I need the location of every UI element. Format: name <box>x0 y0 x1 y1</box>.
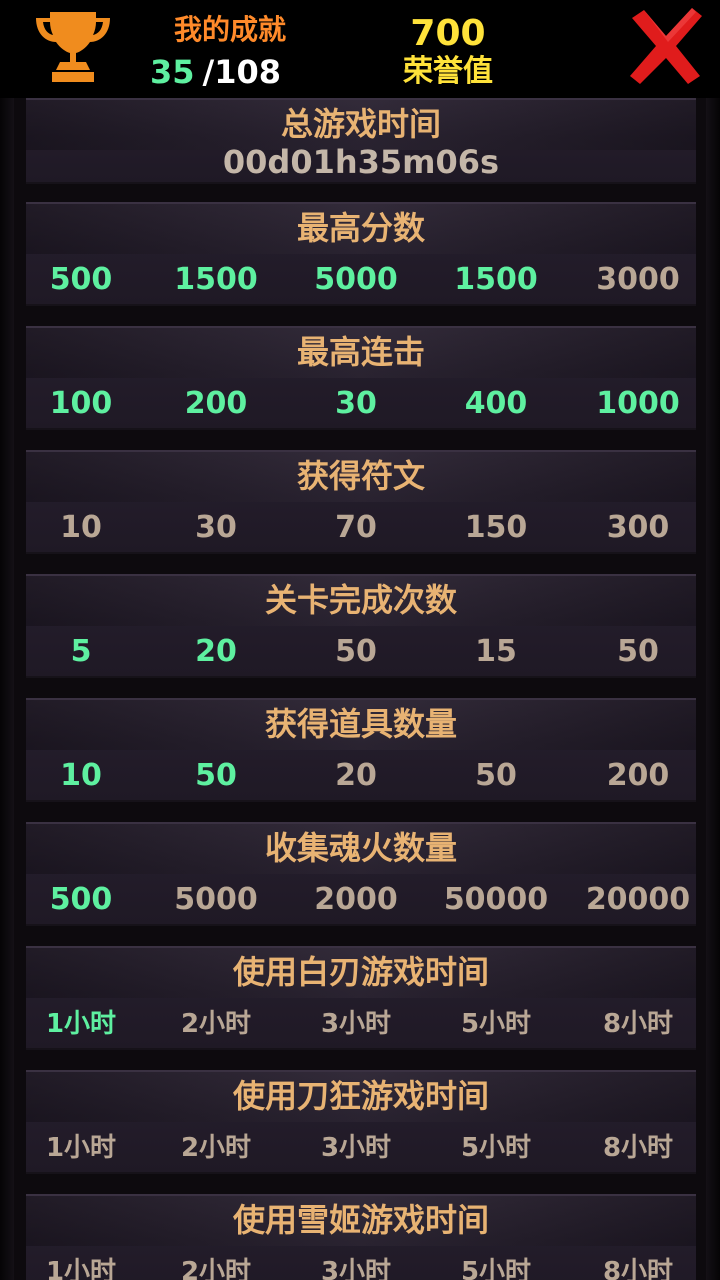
achievement-tiers: 100 200 30 400 1000 <box>26 382 696 426</box>
tier-value-achieved: 5 <box>70 634 92 669</box>
tier-value-achieved: 1500 <box>174 262 258 297</box>
achievement-panel: 收集魂火数量 500 5000 2000 50000 20000 <box>26 822 696 926</box>
tier-value-achieved: 30 <box>335 386 377 421</box>
right-border <box>706 98 720 1280</box>
achievement-tiers: 500 5000 2000 50000 20000 <box>26 878 696 922</box>
tier-value-locked: 3小时 <box>320 1009 392 1039</box>
tier-value-locked: 30 <box>195 510 237 545</box>
tier-value-achieved: 500 <box>49 262 113 297</box>
tier-value-achieved: 400 <box>464 386 528 421</box>
achievement-title: 最高连击 <box>296 333 425 371</box>
close-icon[interactable] <box>626 6 706 86</box>
achievement-title: 获得道具数量 <box>264 705 457 743</box>
achievement-panel: 获得符文 10 30 70 150 300 <box>26 450 696 554</box>
tier-value-locked: 10 <box>60 510 102 545</box>
achievement-tiers: 1小时 2小时 3小时 5小时 8小时 <box>26 1002 696 1046</box>
tier-value-locked: 150 <box>464 510 528 545</box>
achievement-panel: 最高分数 500 1500 5000 1500 3000 <box>26 202 696 306</box>
tier-value-locked: 200 <box>606 758 670 793</box>
tier-value-achieved: 1000 <box>596 386 680 421</box>
achieved-count: 35 <box>150 53 195 91</box>
tier-value-locked: 2小时 <box>180 1257 252 1280</box>
achievement-title: 使用雪姬游戏时间 <box>232 1201 489 1239</box>
tier-value-locked: 2000 <box>314 882 398 917</box>
tier-value-locked: 3000 <box>596 262 680 297</box>
tier-value-locked: 2小时 <box>180 1009 252 1039</box>
achievement-title: 使用刀狂游戏时间 <box>232 1077 489 1115</box>
achievement-title: 关卡完成次数 <box>264 581 457 619</box>
tier-value-locked: 3小时 <box>320 1257 392 1280</box>
tier-value-locked: 5000 <box>174 882 258 917</box>
tier-value-achieved: 100 <box>49 386 113 421</box>
achievement-panel: 使用雪姬游戏时间 1小时 2小时 3小时 5小时 8小时 <box>26 1194 696 1280</box>
tier-value-locked: 300 <box>606 510 670 545</box>
header-bar: 我的成就 35/108 700 荣誉值 <box>0 0 720 98</box>
tier-value-locked: 15 <box>475 634 517 669</box>
tier-value-locked: 50 <box>335 634 377 669</box>
achievement-tiers: 10 30 70 150 300 <box>26 506 696 550</box>
achievement-tiers: 10 50 20 50 200 <box>26 754 696 798</box>
achievement-tiers: 500 1500 5000 1500 3000 <box>26 258 696 302</box>
achievement-tiers: 5 20 50 15 50 <box>26 630 696 674</box>
tier-value-locked: 5小时 <box>460 1257 532 1280</box>
achievement-panel: 使用白刃游戏时间 1小时 2小时 3小时 5小时 8小时 <box>26 946 696 1050</box>
tier-value-achieved: 1500 <box>454 262 538 297</box>
achievement-tiers: 1小时 2小时 3小时 5小时 8小时 <box>26 1250 696 1280</box>
achievement-progress: 35/108 <box>150 52 281 92</box>
total-time-value: 00d01h35m06s <box>222 143 500 181</box>
tier-value-locked: 2小时 <box>180 1133 252 1163</box>
achievement-tiers: 1小时 2小时 3小时 5小时 8小时 <box>26 1126 696 1170</box>
achievement-panel: 关卡完成次数 5 20 50 15 50 <box>26 574 696 678</box>
tier-value-locked: 3小时 <box>320 1133 392 1163</box>
honor-label: 荣誉值 <box>403 54 493 89</box>
total-count: /108 <box>202 53 282 91</box>
achievement-panel: 获得道具数量 10 50 20 50 200 <box>26 698 696 802</box>
tier-value-achieved: 500 <box>49 882 113 917</box>
left-border <box>0 98 14 1280</box>
achievement-panel: 最高连击 100 200 30 400 1000 <box>26 326 696 430</box>
tier-value-locked: 20000 <box>585 882 691 917</box>
tier-value-achieved: 50 <box>195 758 237 793</box>
tier-value-locked: 50000 <box>443 882 549 917</box>
achievement-list[interactable]: 总游戏时间 00d01h35m06s 最高分数 500 1500 5000 1500 30… <box>0 98 720 1280</box>
tier-value-locked: 70 <box>335 510 377 545</box>
achievement-title: 获得符文 <box>296 457 425 495</box>
achievements-screen: 我的成就 35/108 700 荣誉值 总游戏时间 00d01h35m06s 最… <box>0 0 720 1280</box>
tier-value-locked: 50 <box>617 634 659 669</box>
tier-value-locked: 5小时 <box>460 1009 532 1039</box>
achievement-panel: 使用刀狂游戏时间 1小时 2小时 3小时 5小时 8小时 <box>26 1070 696 1174</box>
tier-value-locked: 5小时 <box>460 1133 532 1163</box>
trophy-icon <box>36 12 110 82</box>
tier-value-locked: 8小时 <box>602 1133 674 1163</box>
tier-value-achieved: 200 <box>184 386 248 421</box>
achievement-title: 使用白刃游戏时间 <box>232 953 489 991</box>
honor-value: 700 <box>410 13 486 54</box>
tier-value-locked: 8小时 <box>602 1257 674 1280</box>
tier-value-locked: 50 <box>475 758 517 793</box>
tier-value-achieved: 5000 <box>314 262 398 297</box>
total-time-panel: 总游戏时间 00d01h35m06s <box>26 98 696 184</box>
achievement-title: 最高分数 <box>296 209 425 247</box>
tier-value-achieved: 1小时 <box>45 1009 117 1039</box>
achievement-title: 收集魂火数量 <box>264 829 457 867</box>
tier-value-achieved: 10 <box>60 758 102 793</box>
tier-value-locked: 1小时 <box>45 1257 117 1280</box>
tier-value-achieved: 20 <box>195 634 237 669</box>
tier-value-locked: 20 <box>335 758 377 793</box>
tier-value-locked: 8小时 <box>602 1009 674 1039</box>
achievements-title: 我的成就 <box>173 13 286 46</box>
tier-value-locked: 1小时 <box>45 1133 117 1163</box>
